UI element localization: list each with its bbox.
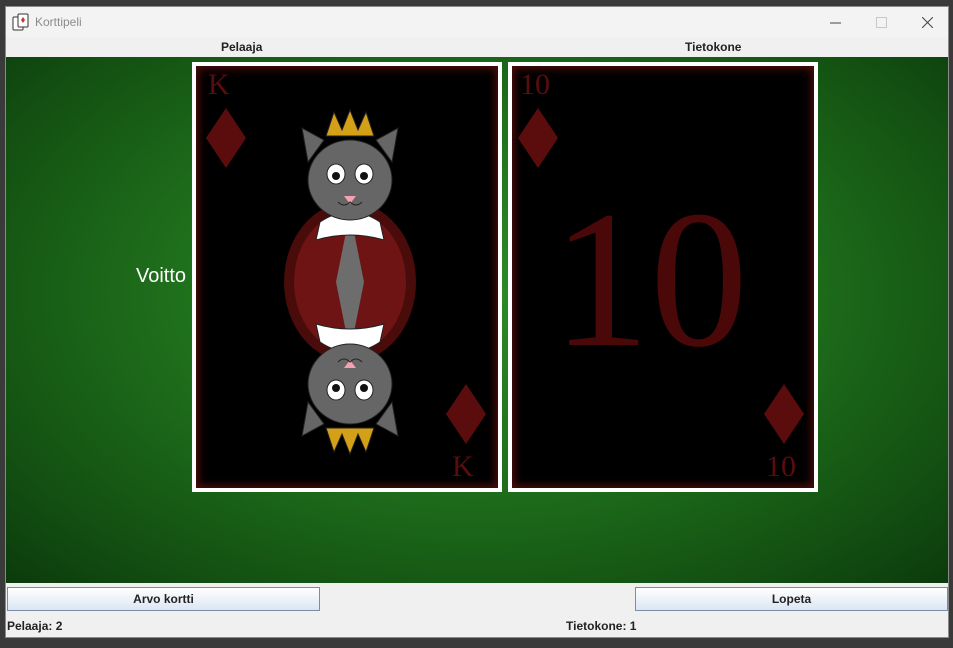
player-card: K K [192, 62, 502, 492]
computer-card-rank-top: 10 [520, 68, 550, 101]
app-window: Korttipeli Pelaaja Tietokone Voitto K K … [5, 6, 949, 638]
maximize-icon [875, 16, 887, 28]
maximize-button[interactable] [858, 7, 904, 37]
card-game-icon [12, 13, 29, 31]
game-table: Voitto K K 10 10 10 [6, 57, 948, 583]
computer-header: Tietokone [685, 40, 742, 54]
player-card-rank-top: K [208, 68, 230, 101]
quit-button[interactable]: Lopeta [635, 587, 948, 611]
column-headers: Pelaaja Tietokone [6, 37, 948, 57]
diamond-suit-icon [446, 384, 486, 444]
minimize-button[interactable] [812, 7, 858, 37]
computer-card-face: 10 10 10 [512, 66, 814, 488]
diamond-suit-icon [206, 108, 246, 168]
window-title: Korttipeli [35, 15, 82, 29]
player-header: Pelaaja [221, 40, 263, 54]
computer-card: 10 10 10 [508, 62, 818, 492]
minimize-icon [829, 22, 841, 23]
computer-card-big-rank: 10 [552, 171, 748, 388]
diamond-suit-icon [518, 108, 558, 168]
diamond-suit-icon [764, 384, 804, 444]
player-score: Pelaaja: 2 [7, 619, 63, 633]
title-bar[interactable]: Korttipeli [6, 7, 948, 37]
king-face-art [284, 108, 416, 456]
computer-score: Tietokone: 1 [566, 619, 637, 633]
draw-card-button[interactable]: Arvo kortti [7, 587, 320, 611]
close-icon [921, 16, 933, 28]
close-button[interactable] [904, 7, 948, 37]
bottom-panel: Arvo kortti Lopeta Pelaaja: 2 Tietokone:… [6, 583, 948, 637]
computer-card-rank-bottom: 10 [766, 450, 796, 483]
player-card-face: K K [196, 66, 498, 488]
player-card-rank-bottom: K [452, 450, 474, 483]
result-label: Voitto [136, 265, 187, 287]
